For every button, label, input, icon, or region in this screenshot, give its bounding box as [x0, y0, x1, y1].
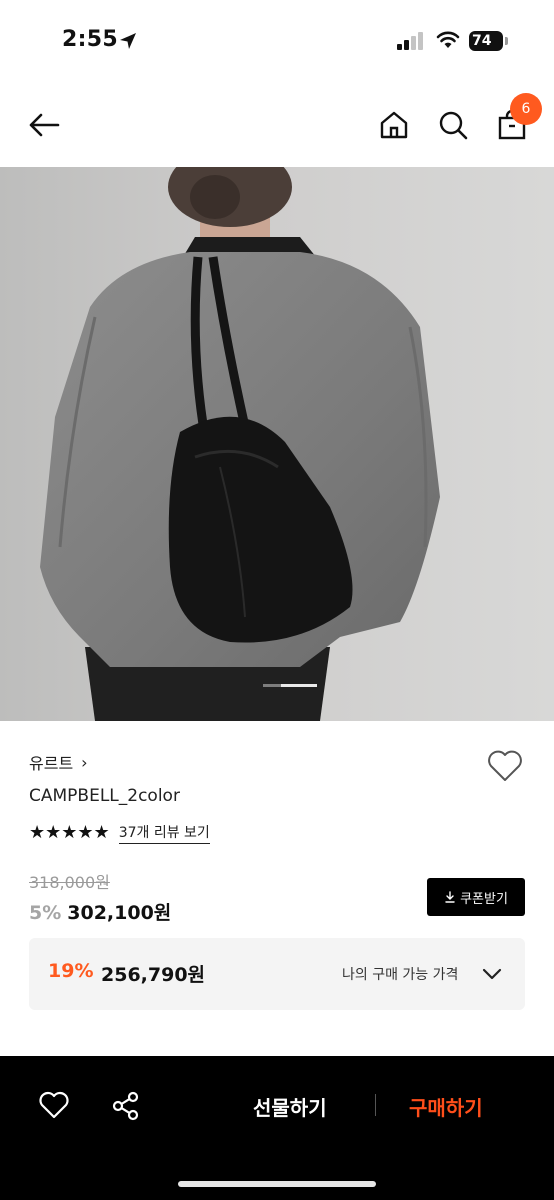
home-button[interactable] [376, 107, 412, 143]
signal-icon [397, 32, 423, 50]
chevron-down-icon [482, 968, 502, 980]
home-icon [380, 111, 408, 139]
back-arrow-icon [29, 113, 60, 137]
home-indicator [178, 1181, 376, 1187]
brand-name: 유르트 [29, 754, 74, 773]
back-button[interactable] [26, 107, 62, 143]
my-price-label: 나의 구매 가능 가격 [342, 967, 459, 983]
divider [375, 1094, 376, 1116]
chevron-right-icon: › [81, 752, 88, 772]
status-bar: 2:55 74 [0, 0, 554, 80]
search-button[interactable] [435, 107, 471, 143]
star-rating: ★★★★★ [29, 822, 110, 843]
gallery-indicator-fill [263, 684, 281, 687]
top-nav-bar [0, 85, 554, 167]
sale-price: 302,100원 [67, 902, 172, 924]
battery-tip [505, 37, 508, 45]
gallery-indicator [263, 684, 317, 687]
buy-button[interactable]: 구매하기 [409, 1092, 483, 1121]
download-icon [445, 891, 455, 903]
my-price: 256,790원 [101, 964, 206, 986]
product-image[interactable] [0, 167, 554, 721]
product-photo [0, 167, 554, 721]
review-link[interactable]: 37개 리뷰 보기 [118, 823, 210, 844]
search-icon [439, 111, 468, 140]
heart-outline-icon [488, 750, 522, 781]
discount-rate: 5% [29, 902, 62, 924]
brand-link[interactable]: 유르트 › [29, 750, 88, 774]
my-price-dropdown[interactable]: 19% 256,790원 나의 구매 가능 가격 [29, 938, 525, 1010]
wifi-icon [436, 31, 460, 48]
location-arrow-icon [120, 33, 136, 49]
bottom-action-bar: 선물하기 구매하기 [0, 1056, 554, 1200]
cart-count-badge: 6 [510, 93, 542, 125]
wishlist-button[interactable] [486, 748, 524, 784]
rating-row: ★★★★★ 37개 리뷰 보기 [29, 822, 210, 844]
my-discount-rate: 19% [48, 960, 94, 982]
share-icon[interactable] [110, 1090, 142, 1122]
coupon-button[interactable]: 쿠폰받기 [427, 878, 525, 916]
original-price: 318,000원 [29, 873, 110, 892]
heart-outline-icon[interactable] [38, 1090, 70, 1122]
product-name: CAMPBELL_2color [29, 786, 180, 806]
battery-indicator: 74 [469, 31, 503, 51]
gift-button[interactable]: 선물하기 [253, 1092, 327, 1121]
sale-price-row: 5% 302,100원 [29, 898, 171, 925]
coupon-label: 쿠폰받기 [460, 891, 508, 907]
status-time: 2:55 [62, 27, 118, 52]
